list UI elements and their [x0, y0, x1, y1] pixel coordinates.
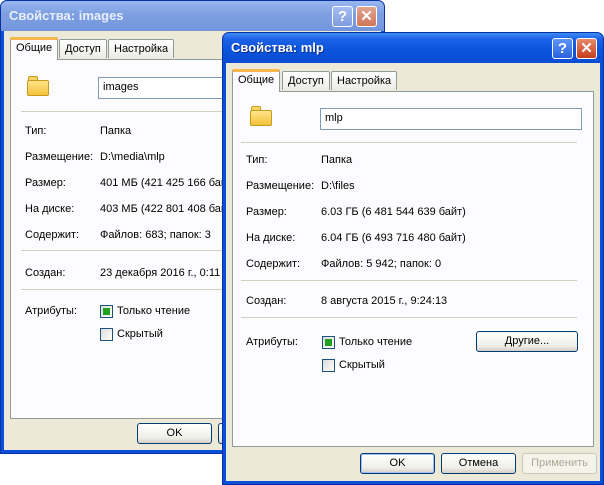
hidden-checkbox[interactable]: [322, 359, 335, 372]
tab-sharing[interactable]: Доступ: [59, 39, 107, 58]
type-label: Тип:: [25, 125, 47, 137]
created-value: 23 декабря 2016 г., 0:11: [100, 267, 221, 279]
size-on-disk-value: 403 МБ (422 801 408 бай: [100, 203, 228, 215]
help-icon[interactable]: ?: [332, 6, 353, 27]
attributes-label: Атрибуты:: [246, 336, 298, 348]
title-bar[interactable]: Свойства: images ? ✕: [1, 1, 384, 31]
window-title: Свойства: mlp: [231, 40, 324, 55]
size-label: Размер:: [246, 206, 287, 218]
size-value: 6.03 ГБ (6 481 544 639 байт): [321, 206, 466, 218]
folder-name-input[interactable]: mlp: [320, 108, 582, 130]
cancel-button[interactable]: Отмена: [441, 453, 516, 474]
contains-value: Файлов: 5 942; папок: 0: [321, 258, 442, 270]
title-bar[interactable]: Свойства: mlp ? ✕: [223, 33, 603, 63]
close-icon[interactable]: ✕: [576, 38, 597, 59]
hidden-label[interactable]: Скрытый: [339, 359, 385, 371]
type-value: Папка: [321, 154, 353, 166]
attributes-label: Атрибуты:: [25, 305, 77, 317]
size-value: 401 МБ (421 425 166 бай: [100, 177, 228, 189]
type-label: Тип:: [246, 154, 268, 166]
window-title: Свойства: images: [9, 8, 124, 23]
size-on-disk-label: На диске:: [25, 203, 75, 215]
separator: [241, 280, 577, 281]
hidden-label[interactable]: Скрытый: [117, 328, 163, 340]
location-label: Размещение:: [246, 180, 315, 192]
location-value: D:\files: [321, 180, 355, 192]
created-label: Создан:: [25, 267, 66, 279]
separator: [241, 317, 577, 318]
close-icon[interactable]: ✕: [356, 6, 377, 27]
readonly-checkbox[interactable]: [322, 336, 335, 349]
dialog-client: Общие Доступ Настройка mlp Тип: Папка Ра…: [226, 63, 600, 481]
general-panel: mlp Тип: Папка Размещение: D:\files Разм…: [232, 91, 594, 447]
ok-button[interactable]: OK: [137, 423, 212, 444]
tab-general[interactable]: Общие: [232, 69, 281, 92]
size-on-disk-label: На диске:: [246, 232, 296, 244]
help-icon[interactable]: ?: [552, 38, 573, 59]
advanced-button[interactable]: Другие...: [476, 331, 578, 352]
folder-icon: [27, 76, 50, 96]
tab-sharing[interactable]: Доступ: [282, 71, 330, 90]
folder-icon: [250, 106, 273, 126]
created-label: Создан:: [246, 295, 287, 307]
type-value: Папка: [100, 125, 132, 137]
created-value: 8 августа 2015 г., 9:24:13: [321, 295, 448, 307]
size-label: Размер:: [25, 177, 66, 189]
readonly-label[interactable]: Только чтение: [117, 305, 190, 317]
apply-button[interactable]: Применить: [522, 453, 597, 474]
contains-label: Содержит:: [25, 229, 80, 241]
readonly-label[interactable]: Только чтение: [339, 336, 412, 348]
location-value: D:\media\mlp: [100, 151, 165, 163]
size-on-disk-value: 6.04 ГБ (6 493 716 480 байт): [321, 232, 466, 244]
location-label: Размещение:: [25, 151, 94, 163]
tab-customize[interactable]: Настройка: [108, 39, 175, 58]
properties-window-mlp[interactable]: Свойства: mlp ? ✕ Общие Доступ Настройка…: [222, 32, 604, 485]
hidden-checkbox[interactable]: [100, 328, 113, 341]
readonly-checkbox[interactable]: [100, 305, 113, 318]
separator: [241, 142, 577, 143]
contains-value: Файлов: 683; папок: 3: [100, 229, 211, 241]
tab-general[interactable]: Общие: [10, 37, 59, 60]
ok-button[interactable]: OK: [360, 453, 435, 474]
contains-label: Содержит:: [246, 258, 301, 270]
tab-customize[interactable]: Настройка: [331, 71, 398, 90]
